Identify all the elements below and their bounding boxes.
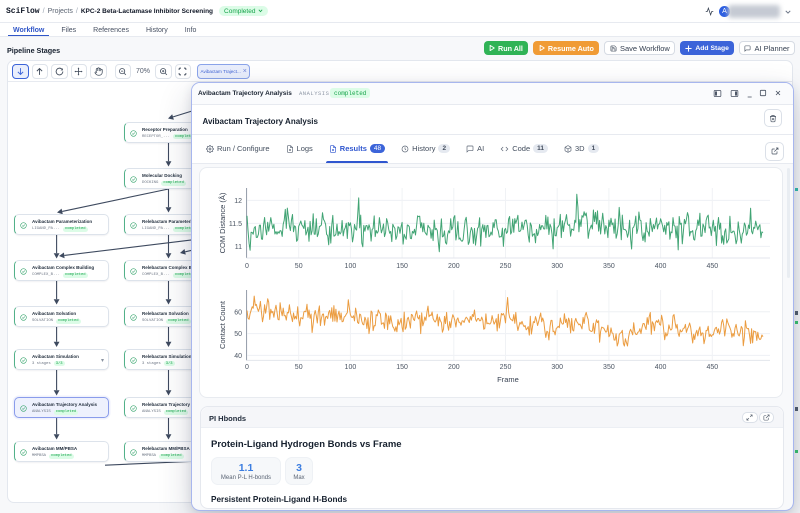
svg-text:COM Distance (Å): COM Distance (Å)	[218, 192, 227, 253]
svg-text:0: 0	[245, 364, 249, 371]
svg-text:50: 50	[295, 364, 303, 371]
svg-text:350: 350	[603, 364, 615, 371]
svg-text:60: 60	[234, 309, 242, 316]
svg-text:200: 200	[448, 263, 460, 270]
svg-text:50: 50	[295, 263, 303, 270]
svg-text:450: 450	[706, 364, 718, 371]
svg-text:40: 40	[234, 352, 242, 359]
svg-text:350: 350	[603, 263, 615, 270]
svg-text:250: 250	[500, 364, 512, 371]
svg-text:400: 400	[655, 263, 667, 270]
svg-text:400: 400	[655, 364, 667, 371]
svg-text:300: 300	[551, 364, 563, 371]
svg-text:300: 300	[551, 263, 563, 270]
svg-text:Frame: Frame	[497, 375, 519, 384]
svg-text:11.5: 11.5	[229, 221, 242, 228]
svg-text:50: 50	[234, 331, 242, 338]
svg-text:100: 100	[345, 263, 357, 270]
svg-text:0: 0	[245, 263, 249, 270]
svg-text:150: 150	[396, 364, 408, 371]
svg-text:11: 11	[235, 244, 242, 251]
svg-text:12: 12	[234, 198, 242, 205]
svg-text:250: 250	[500, 263, 512, 270]
svg-text:200: 200	[448, 364, 460, 371]
svg-text:Contact Count: Contact Count	[218, 300, 227, 349]
svg-text:450: 450	[706, 263, 718, 270]
svg-text:100: 100	[345, 364, 357, 371]
svg-text:150: 150	[396, 263, 408, 270]
